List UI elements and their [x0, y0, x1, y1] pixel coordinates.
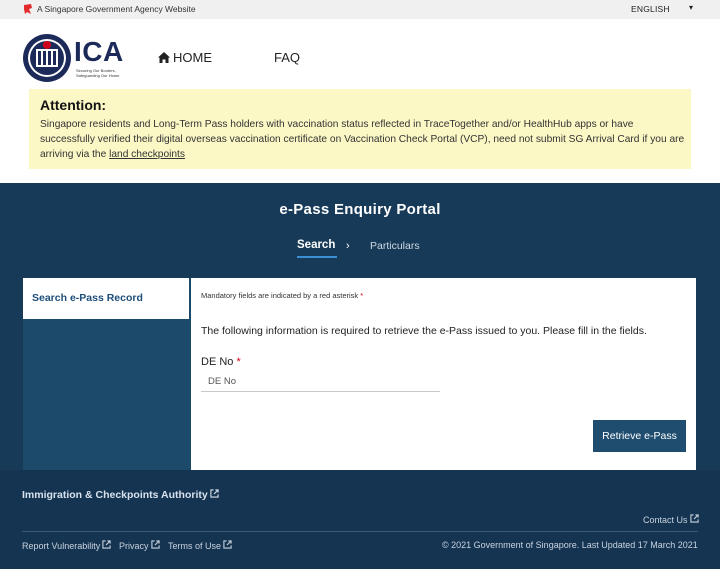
external-link-icon [150, 540, 160, 549]
contact-us-link[interactable]: Contact Us [643, 514, 699, 525]
terms-of-use-link[interactable]: Terms of Use [168, 540, 232, 551]
gov-bar: A Singapore Government Agency Website EN… [0, 0, 720, 19]
nav-home-label: HOME [173, 50, 212, 65]
home-icon [158, 52, 170, 63]
terms-of-use-label: Terms of Use [168, 541, 222, 551]
chevron-down-icon[interactable]: ▾ [689, 3, 693, 12]
logo-tagline: Securing Our Borders, Safeguarding Our H… [76, 68, 120, 78]
required-asterisk: * [236, 356, 241, 368]
search-form-panel: Mandatory fields are indicated by a red … [191, 278, 696, 470]
language-selector[interactable]: ENGLISH [631, 4, 670, 14]
step-particulars[interactable]: Particulars [370, 240, 420, 252]
footer: Immigration & Checkpoints Authority Cont… [0, 470, 720, 569]
nav-home[interactable]: HOME [158, 50, 212, 65]
portal-title: e-Pass Enquiry Portal [279, 201, 441, 218]
authority-label: Immigration & Checkpoints Authority [22, 489, 208, 501]
logo-text: ICA [74, 36, 124, 67]
attention-body: Singapore residents and Long-Term Pass h… [40, 117, 688, 162]
external-link-icon [689, 514, 699, 523]
de-no-label: DE No * [201, 356, 241, 368]
report-vulnerability-label: Report Vulnerability [22, 541, 101, 551]
attention-notice: Attention: Singapore residents and Long-… [29, 89, 691, 169]
retrieve-epass-button[interactable]: Retrieve e-Pass [593, 420, 686, 452]
privacy-link[interactable]: Privacy [119, 540, 160, 551]
attention-title: Attention: [40, 97, 107, 113]
main-section: Search e-Pass Record Mandatory fields ar… [0, 278, 720, 470]
nav-faq[interactable]: FAQ [274, 50, 300, 65]
external-link-icon [223, 540, 232, 549]
mandatory-note: Mandatory fields are indicated by a red … [201, 291, 363, 300]
authority-link[interactable]: Immigration & Checkpoints Authority [22, 489, 219, 501]
sidebar-item-search-epass[interactable]: Search e-Pass Record [23, 278, 189, 319]
step-search[interactable]: Search [297, 239, 335, 251]
portal-banner: e-Pass Enquiry Portal Search › Particula… [0, 183, 720, 278]
sidebar-item-label: Search e-Pass Record [32, 292, 143, 304]
external-link-icon [102, 540, 111, 549]
de-no-input[interactable] [201, 372, 440, 392]
required-asterisk: * [360, 291, 364, 300]
land-checkpoints-link[interactable]: land checkpoints [109, 149, 185, 160]
footer-divider [22, 531, 698, 532]
ica-logo[interactable]: ICA Securing Our Borders, Safeguarding O… [22, 33, 126, 85]
ica-crest-icon [23, 34, 71, 82]
report-vulnerability-link[interactable]: Report Vulnerability [22, 540, 111, 551]
singapore-lion-icon [24, 4, 32, 14]
form-instructions: The following information is required to… [201, 325, 647, 337]
de-no-label-text: DE No [201, 356, 234, 368]
contact-us-label: Contact Us [643, 515, 688, 525]
gov-agency-text: A Singapore Government Agency Website [37, 4, 196, 14]
chevron-right-icon: › [346, 240, 350, 252]
external-link-icon [210, 489, 219, 498]
copyright-text: © 2021 Government of Singapore. Last Upd… [442, 540, 698, 550]
active-step-indicator [297, 256, 337, 258]
privacy-label: Privacy [119, 541, 149, 551]
mandatory-text: Mandatory fields are indicated by a red … [201, 291, 359, 300]
